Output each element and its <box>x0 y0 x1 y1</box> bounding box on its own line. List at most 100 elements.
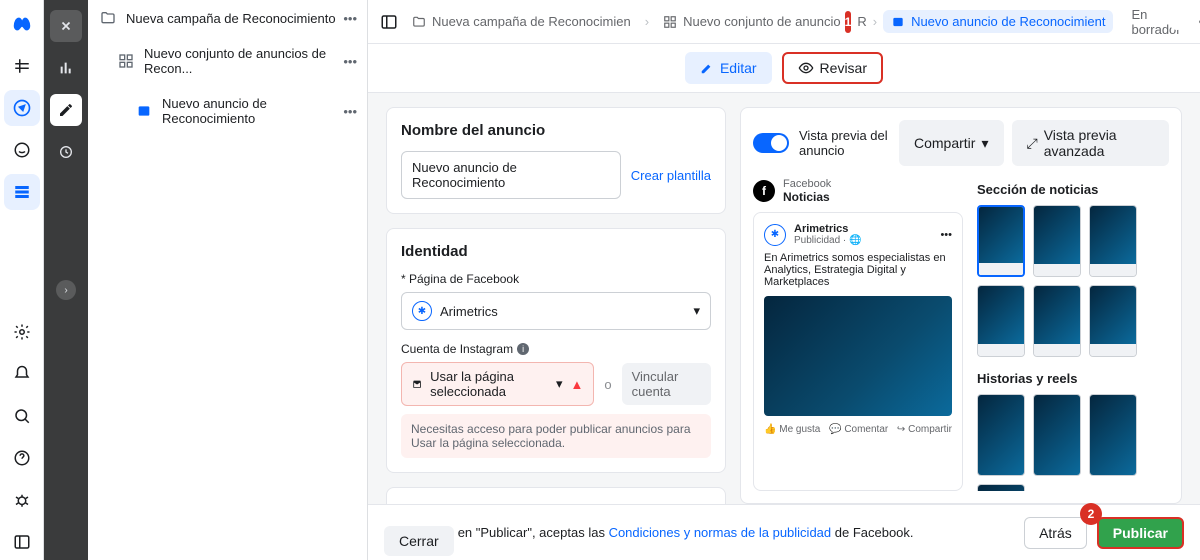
section-feed-title: Sección de noticias <box>977 182 1169 197</box>
placement-thumb[interactable] <box>1089 394 1137 476</box>
create-template-link[interactable]: Crear plantilla <box>631 168 711 183</box>
ad-text: En Arimetrics somos especialistas en Ana… <box>764 252 952 288</box>
placement-thumb[interactable] <box>1089 205 1137 277</box>
nav-settings[interactable] <box>4 314 40 350</box>
folder-icon <box>100 10 116 26</box>
revise-button[interactable]: Revisar <box>782 52 883 84</box>
expand-rail-icon[interactable]: › <box>56 280 76 300</box>
nav-help[interactable] <box>4 440 40 476</box>
placement-thumb[interactable] <box>977 394 1025 476</box>
section-stories-title: Historias y reels <box>977 371 1169 386</box>
ad-icon <box>136 103 152 119</box>
callout-marker-1: 1 <box>845 11 852 33</box>
facebook-logo-icon: f <box>753 180 775 202</box>
placement-sections: Sección de noticias Historias y reels <box>977 178 1169 491</box>
preview-card: Vista previa del anuncio Compartir ▾ ⤢ V… <box>740 107 1182 504</box>
chevron-right-icon: › <box>645 14 649 29</box>
back-button[interactable]: Atrás <box>1024 517 1087 549</box>
tree-row-ad[interactable]: Nuevo anuncio de Reconocimiento ••• <box>88 86 367 136</box>
ad-name-card: Nombre del anuncio Nuevo anuncio de Reco… <box>386 107 726 214</box>
ig-warning-note: Necesitas acceso para poder publicar anu… <box>401 414 711 458</box>
placement-thumb[interactable] <box>977 285 1025 357</box>
ad-menu-icon[interactable]: ••• <box>940 229 952 241</box>
nav-table[interactable] <box>4 174 40 210</box>
preview-toggle[interactable] <box>753 133 789 153</box>
advanced-preview-button[interactable]: ⤢ Vista previa avanzada <box>1012 120 1170 166</box>
breadcrumb-bar: Nueva campaña de Reconocimien › Nuevo co… <box>368 0 1200 44</box>
chevron-right-icon: › <box>873 14 877 29</box>
preview-source: f Facebook Noticias <box>753 178 963 204</box>
form-column: Nombre del anuncio Nuevo anuncio de Reco… <box>386 107 726 504</box>
close-button[interactable]: Cerrar <box>384 526 454 556</box>
terms-link[interactable]: Condiciones y normas de la publicidad <box>609 525 832 540</box>
ig-use-page-button[interactable]: Usar la página seleccionada ▾ ▲ <box>401 362 594 406</box>
placement-thumb[interactable] <box>1089 285 1137 357</box>
close-editor-tab[interactable] <box>50 10 82 42</box>
tree-row-campaign[interactable]: Nueva campaña de Reconocimiento ••• <box>88 0 367 36</box>
global-nav-rail <box>0 0 44 560</box>
brand-icon: ✱ <box>764 224 786 246</box>
ad-preview-feed: ✱ Arimetrics Publicidad · 🌐 ••• En Arime… <box>753 212 963 491</box>
fb-page-label: * Página de Facebook <box>401 272 711 286</box>
crumb-adset[interactable]: Nuevo conjunto de anuncio <box>655 10 849 33</box>
row-menu-icon[interactable]: ••• <box>343 11 357 26</box>
meta-logo[interactable] <box>4 6 40 42</box>
panel-toggle-icon[interactable] <box>380 13 398 31</box>
tab-history[interactable] <box>50 136 82 168</box>
tab-edit[interactable] <box>50 94 82 126</box>
brand-icon: ✱ <box>412 301 432 321</box>
nav-panel[interactable] <box>4 524 40 560</box>
preview-title: Vista previa del anuncio <box>799 128 889 158</box>
footer-text: Al hacer clic en "Publicar", aceptas las… <box>384 525 914 540</box>
publish-button[interactable]: Publicar <box>1097 517 1184 549</box>
ad-name-input[interactable]: Nuevo anuncio de Reconocimiento <box>401 151 621 199</box>
crumb-campaign[interactable]: Nueva campaña de Reconocimien <box>404 10 639 33</box>
ig-label: Cuenta de Instagram <box>401 342 513 356</box>
nav-compass[interactable] <box>4 90 40 126</box>
campaign-tree: Nueva campaña de Reconocimiento ••• Nuev… <box>88 0 368 560</box>
comment-action[interactable]: 💬 Comentar <box>829 424 888 435</box>
footer-bar: Al hacer clic en "Publicar", aceptas las… <box>368 504 1200 560</box>
or-label: o <box>604 377 611 392</box>
tab-chart[interactable] <box>50 52 82 84</box>
placement-thumb[interactable] <box>1033 394 1081 476</box>
nav-bug[interactable] <box>4 482 40 518</box>
main-column: Nueva campaña de Reconocimien › Nuevo co… <box>368 0 1200 560</box>
share-action[interactable]: ↪ Compartir <box>897 424 952 435</box>
crumb-ad[interactable]: Nuevo anuncio de Reconocimient <box>883 10 1113 33</box>
placement-thumb[interactable] <box>1033 285 1081 357</box>
expand-icon: ⤢ <box>1027 135 1038 152</box>
placement-thumb[interactable] <box>1033 205 1081 277</box>
chevron-down-icon: ▾ <box>981 135 988 152</box>
chevron-down-icon: ▾ <box>693 303 700 319</box>
edit-toolbar: Editar Revisar <box>368 44 1200 93</box>
row-menu-icon[interactable]: ••• <box>343 104 357 119</box>
placement-thumb[interactable] <box>977 484 1025 491</box>
nav-notifications[interactable] <box>4 356 40 392</box>
nav-audiences[interactable] <box>4 132 40 168</box>
chevron-down-icon: ▾ <box>556 376 563 392</box>
tree-row-adset[interactable]: Nuevo conjunto de anuncios de Recon... •… <box>88 36 367 86</box>
ad-media <box>764 296 952 416</box>
editor-tabs-rail: › <box>44 0 88 560</box>
placement-thumb[interactable] <box>977 205 1025 277</box>
ad-config-card: Configuración del anuncio Crear anuncio … <box>386 487 726 504</box>
edit-button[interactable]: Editar <box>685 52 772 84</box>
adset-icon <box>118 53 134 69</box>
more-menu-icon[interactable]: ••• <box>1193 14 1200 29</box>
workspace: Nombre del anuncio Nuevo anuncio de Reco… <box>368 93 1200 504</box>
callout-marker-2: 2 <box>1080 503 1102 525</box>
warning-icon: ▲ <box>571 377 584 392</box>
info-icon[interactable]: i <box>517 343 529 355</box>
section-title: Identidad <box>401 243 711 260</box>
like-action[interactable]: 👍 Me gusta <box>764 424 820 435</box>
row-menu-icon[interactable]: ••• <box>343 54 357 69</box>
share-button[interactable]: Compartir ▾ <box>899 120 1004 166</box>
nav-search[interactable] <box>4 398 40 434</box>
fb-page-select[interactable]: ✱Arimetrics ▾ <box>401 292 711 330</box>
identity-card: Identidad * Página de Facebook ✱Arimetri… <box>386 228 726 473</box>
nav-overview[interactable] <box>4 48 40 84</box>
ig-link-account-button[interactable]: Vincular cuenta <box>622 363 711 405</box>
section-title: Nombre del anuncio <box>401 122 711 139</box>
tree-label: Nuevo anuncio de Reconocimiento <box>162 96 357 126</box>
